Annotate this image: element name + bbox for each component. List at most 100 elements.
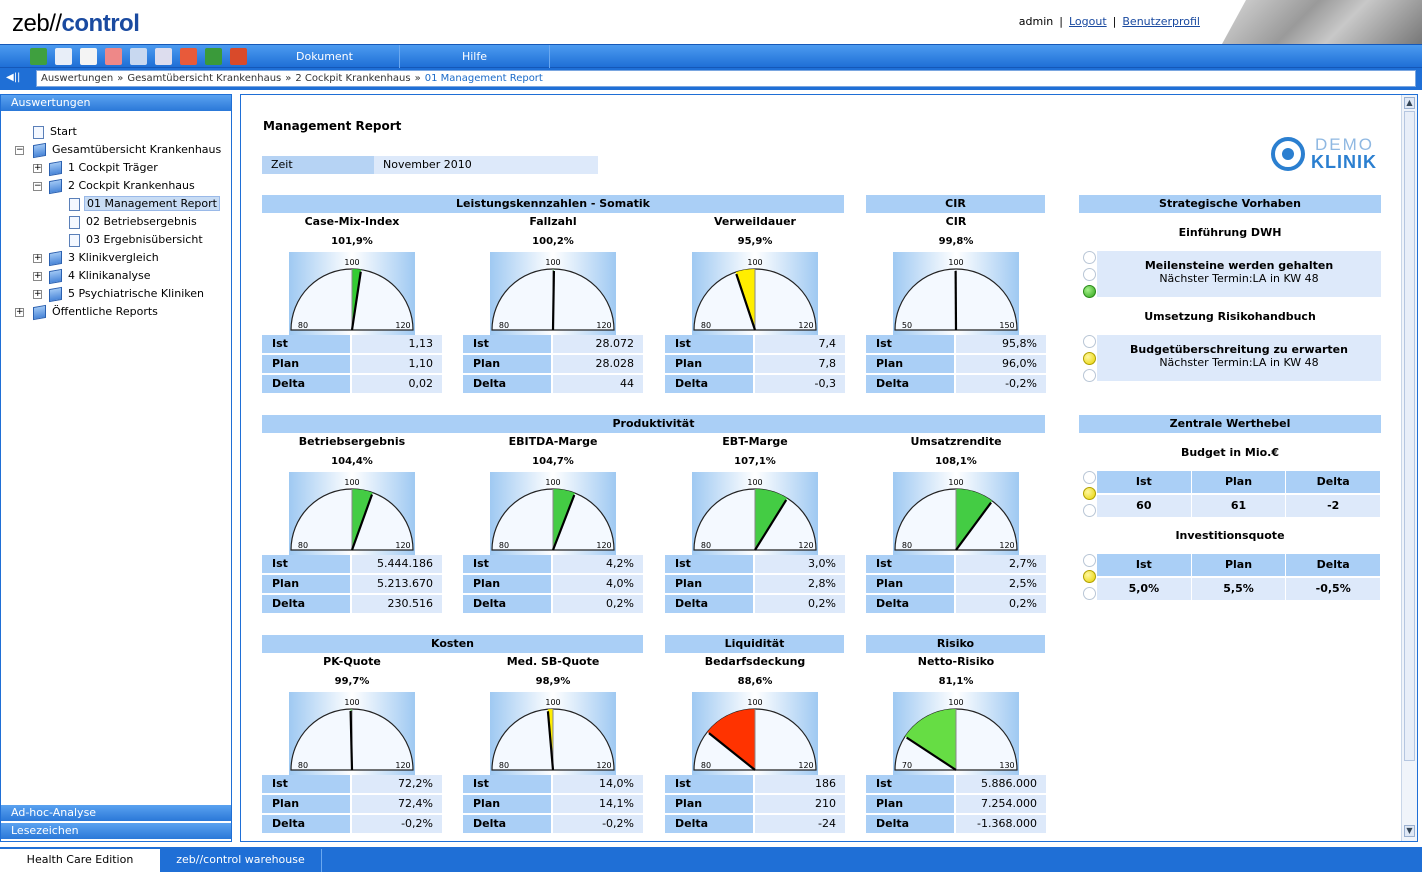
gauge-tick-label: 80 [499,321,509,330]
kpi-title: PK-Quote [323,655,381,668]
plan-value: 72,4% [352,795,442,815]
document-icon [69,215,80,229]
kpi-percentage: 101,9% [331,236,373,247]
column-header: Ist [1097,554,1191,576]
menu-hilfe[interactable]: Hilfe [400,45,550,68]
plan-value: 4,0% [553,575,643,595]
tree-item-klinikanalyse[interactable]: 4 Klinikanalyse [49,268,153,284]
row-label: Delta [866,815,956,835]
tree-item-klinikvergleich[interactable]: 3 Klinikvergleich [49,250,161,266]
expand-icon[interactable]: + [33,290,42,299]
profile-link[interactable]: Benutzerprofil [1122,15,1200,28]
gauge-tick-label: 80 [499,761,509,770]
logo-text-b: control [61,10,140,37]
tree-item-label: 5 Psychiatrische Kliniken [68,287,204,300]
gauge-chart: 80 100 120 [490,472,616,555]
row-label: Plan [463,575,553,595]
row-label: Ist [463,775,553,795]
tree-item-management-report[interactable]: 01 Management Report [69,196,220,212]
gauge-chart: 80 100 120 [490,692,616,775]
run-icon[interactable] [30,48,47,65]
table-row: Plan 96,0% [866,355,1046,375]
excel-icon[interactable] [205,48,222,65]
delete-icon[interactable] [105,48,122,65]
tree-item-start[interactable]: Start [33,124,79,140]
tree-item-gesamtuebersicht[interactable]: Gesamtübersicht Krankenhaus [33,142,223,158]
scroll-down-icon[interactable]: ▼ [1404,825,1415,837]
vertical-scrollbar[interactable]: ▲ ▼ [1401,95,1417,841]
expand-icon[interactable]: + [33,164,42,173]
table-row: Ist 14,0% [463,775,643,795]
row-label: Ist [262,335,352,355]
expand-icon[interactable]: + [33,254,42,263]
collapse-icon[interactable]: − [33,182,42,191]
row-label: Ist [463,555,553,575]
breadcrumb-item[interactable]: 2 Cockpit Krankenhaus [295,73,410,84]
kpi-table: Ist 3,0% Plan 2,8% Delta 0,2% [665,555,845,615]
traffic-light-yellow [1083,487,1096,500]
strategic-status-box: Meilensteine werden gehalten Nächster Te… [1097,251,1381,297]
breadcrumb-item[interactable]: Auswertungen [41,73,113,84]
row-label: Delta [665,375,755,395]
traffic-light-yellow [1083,570,1096,583]
logout-link[interactable]: Logout [1069,15,1107,28]
plan-value: 7,8 [755,355,845,375]
tab-health-care-edition[interactable]: Health Care Edition [0,849,160,872]
gauge-chart: 80 100 120 [692,692,818,775]
traffic-light-green [1083,285,1096,298]
section-risiko: Risiko [866,635,1045,653]
gauge-tick-label: 100 [747,258,762,267]
gauge-needle [551,270,556,331]
plan-value: 5.213.670 [352,575,442,595]
delta-value: 0,2% [553,595,643,615]
tree-item-psychiatrische-kliniken[interactable]: 5 Psychiatrische Kliniken [49,286,206,302]
menu-dokument[interactable]: Dokument [250,45,400,68]
powerpoint-icon[interactable] [230,48,247,65]
scroll-up-icon[interactable]: ▲ [1404,97,1415,109]
table-row: Plan 4,0% [463,575,643,595]
kpi-table: Ist 7,4 Plan 7,8 Delta -0,3 [665,335,845,395]
table-cell: -2 [1286,495,1381,517]
wizard-icon[interactable] [55,48,72,65]
sidebar-section-adhoc[interactable]: Ad-hoc-Analyse [1,805,231,821]
print-icon[interactable] [155,48,172,65]
document-icon [69,197,80,211]
ist-value: 7,4 [755,335,845,355]
tree-item-oeffentliche-reports[interactable]: Öffentliche Reports [33,304,160,320]
traffic-light-off [1083,587,1096,600]
breadcrumb-separator: » [285,73,292,84]
sidebar-section-lesezeichen[interactable]: Lesezeichen [1,823,231,839]
zeit-value[interactable]: November 2010 [374,156,598,174]
gauge-chart: 80 100 120 [289,252,415,335]
tree-item-betriebsergebnis[interactable]: 02 Betriebsergebnis [69,214,199,230]
gauge-tick-label: 120 [596,761,611,770]
tree-item-cockpit-krankenhaus[interactable]: 2 Cockpit Krankenhaus [49,178,197,194]
edit-icon[interactable] [80,48,97,65]
expand-icon[interactable]: + [15,308,24,317]
row-label: Ist [866,555,956,575]
gauge-tick-label: 100 [747,698,762,707]
row-label: Ist [463,335,553,355]
tab-warehouse[interactable]: zeb//control warehouse [160,849,322,872]
table-row: Plan 1,10 [262,355,442,375]
breadcrumb-item[interactable]: Gesamtübersicht Krankenhaus [127,73,281,84]
collapse-icon[interactable]: − [15,146,24,155]
kpi-percentage: 99,8% [938,236,974,247]
strategic-status: Meilensteine werden gehalten [1144,259,1334,272]
expand-icon[interactable]: + [33,272,42,281]
traffic-light-yellow [1083,352,1096,365]
folder-icon [49,286,62,302]
collapse-sidebar-icon[interactable]: ◀|| [6,72,20,83]
sidebar-section-auswertungen[interactable]: Auswertungen [1,95,231,111]
tree-item-ergebnisuebersicht[interactable]: 03 Ergebnisübersicht [69,232,205,248]
table-row: Delta 44 [463,375,643,395]
row-label: Plan [262,795,352,815]
pdf-icon[interactable] [180,48,197,65]
strategic-status: Budgetüberschreitung zu erwarten [1130,343,1348,356]
sidebar: Auswertungen Start − Gesamtübersicht Kra… [0,94,232,842]
save-icon[interactable] [130,48,147,65]
tree-item-cockpit-traeger[interactable]: 1 Cockpit Träger [49,160,160,176]
scrollbar-thumb[interactable] [1404,111,1415,761]
kpi-table: Ist 5.444.186 Plan 5.213.670 Delta 230.516 [262,555,442,615]
ist-value: 14,0% [553,775,643,795]
